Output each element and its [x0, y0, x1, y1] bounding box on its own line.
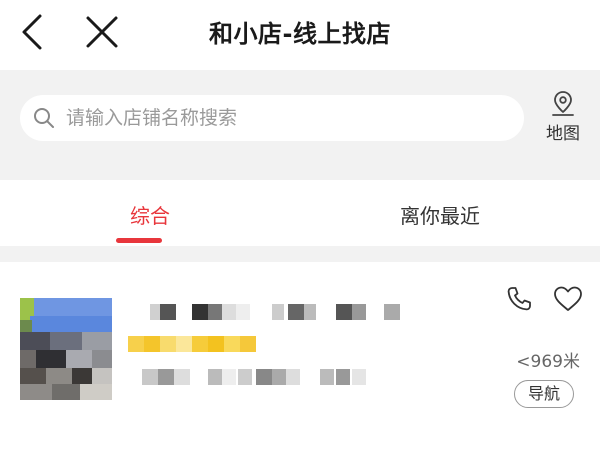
top-bar: 和小店-线上找店 [0, 0, 600, 70]
tab-label: 综合 [130, 204, 170, 228]
section-divider [0, 246, 600, 262]
map-label: 地图 [546, 124, 580, 144]
map-button[interactable]: 地图 [538, 90, 588, 146]
tab-comprehensive[interactable]: 综合 [0, 180, 300, 246]
store-thumbnail [20, 298, 112, 400]
page-title: 和小店-线上找店 [209, 20, 391, 48]
tab-bar: 综合 离你最近 [0, 180, 600, 246]
store-card[interactable]: <969米 导航 [0, 262, 600, 450]
tab-label: 离你最近 [400, 204, 480, 228]
store-list: <969米 导航 [0, 262, 600, 450]
search-box[interactable] [20, 95, 524, 141]
store-tags-redacted [128, 336, 258, 352]
store-address-redacted [142, 368, 372, 386]
store-name-redacted [126, 302, 406, 322]
search-area: 地图 [0, 70, 600, 180]
active-tab-indicator [116, 238, 162, 243]
location-pin-icon [552, 91, 574, 116]
tab-nearest[interactable]: 离你最近 [290, 180, 590, 246]
search-icon [34, 108, 54, 128]
store-distance: <969米 [516, 352, 580, 372]
navigate-button[interactable]: 导航 [514, 380, 574, 408]
phone-icon[interactable] [504, 284, 534, 314]
heart-icon[interactable] [552, 284, 584, 314]
search-input[interactable] [66, 95, 506, 141]
